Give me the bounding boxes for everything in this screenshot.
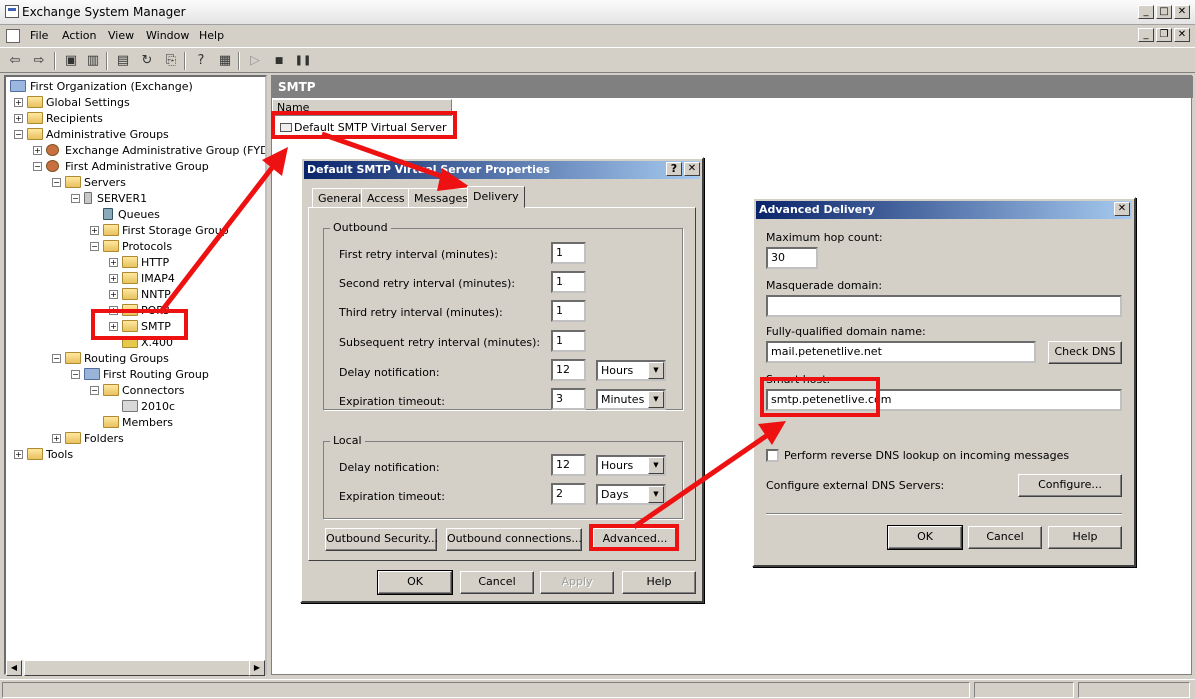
annotation-arrows bbox=[158, 131, 786, 530]
arrow-server-to-delivery bbox=[321, 131, 453, 183]
arrow-smtp-to-server bbox=[158, 158, 280, 315]
arrow-advanced-to-dialog bbox=[632, 429, 774, 530]
tab-delivery[interactable]: Delivery bbox=[467, 186, 525, 208]
